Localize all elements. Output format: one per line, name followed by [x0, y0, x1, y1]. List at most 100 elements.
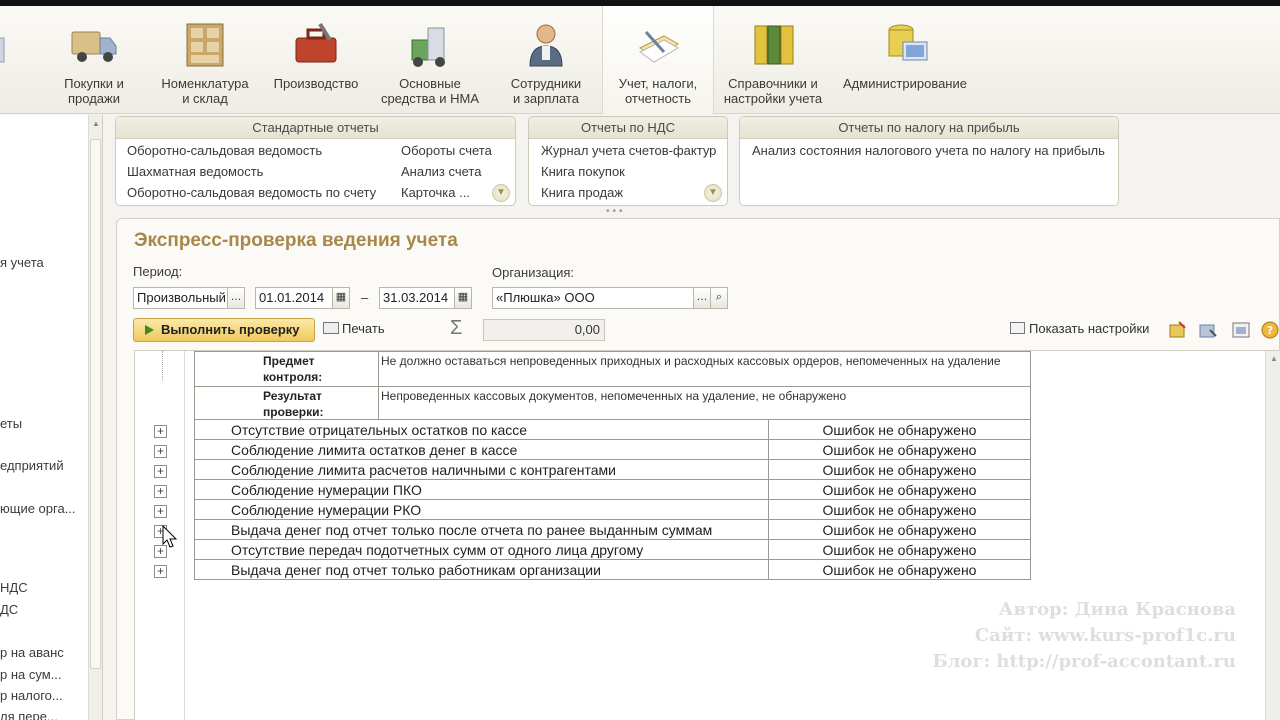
left-panel-item[interactable]: ля пере... [0, 709, 58, 720]
toolbar-item-partial[interactable] [0, 6, 14, 114]
printer-icon [323, 322, 339, 334]
help-icon[interactable]: ? [1260, 320, 1280, 340]
svg-text:?: ? [1267, 324, 1273, 337]
watermark-line: Блог: http://prof-accontant.ru [932, 651, 1236, 672]
report-link[interactable]: Шахматная ведомость [127, 164, 263, 179]
report-link[interactable]: Оборотно-сальдовая ведомость по счету [127, 185, 376, 200]
check-status: Ошибок не обнаружено [768, 519, 1031, 540]
report-link[interactable]: Анализ состояния налогового учета по нал… [752, 143, 1105, 158]
check-status: Ошибок не обнаружено [768, 499, 1031, 520]
employee-icon [529, 24, 563, 67]
date-from-field[interactable]: 01.01.2014 [255, 287, 333, 309]
toolbar-item-production[interactable]: Производство [268, 6, 364, 114]
accounting-papers-icon [639, 30, 679, 63]
left-panel-item[interactable]: р на сум... [0, 667, 62, 682]
run-check-button[interactable]: Выполнить проверку [133, 318, 315, 342]
check-name: Выдача денег под отчет только после отче… [194, 519, 769, 540]
table-row[interactable]: Соблюдение нумерации ПКО Ошибок не обнару… [194, 479, 1031, 500]
left-panel-item[interactable]: я учета [0, 255, 44, 270]
report-link[interactable]: Книга покупок [541, 164, 625, 179]
expand-plus-icon[interactable]: + [154, 465, 167, 478]
report-link[interactable]: Книга продаж [541, 185, 623, 200]
splitter-handle[interactable]: ••• [606, 206, 626, 217]
calendar-to-icon[interactable]: ▦ [454, 287, 472, 309]
left-panel-item[interactable]: ющие орга... [0, 501, 76, 516]
scroll-up-arrow-icon[interactable]: ▲ [92, 119, 100, 128]
table-row[interactable]: Соблюдение лимита расчетов наличными с к… [194, 459, 1031, 480]
group-title: Стандартные отчеты [116, 117, 515, 139]
search-icon[interactable]: ⌕ [710, 287, 728, 309]
play-icon [145, 325, 154, 335]
expand-plus-icon[interactable]: + [154, 445, 167, 458]
detail-key: Результат проверки: [194, 386, 379, 422]
organization-select-button[interactable]: … [693, 287, 711, 309]
report-link[interactable]: Оборотно-сальдовая ведомость [127, 143, 322, 158]
toolbar-label: Учет, налоги, отчетность [618, 76, 698, 106]
watermark-line: Сайт: www.kurs-prof1c.ru [974, 625, 1236, 646]
report-link[interactable]: Обороты счета [401, 143, 492, 158]
report-link[interactable]: Журнал учета счетов-фактур [541, 143, 716, 158]
print-button[interactable]: Печать [323, 321, 385, 336]
toolbar-label: Номенклатура и склад [161, 76, 249, 106]
left-panel-item[interactable]: р налого... [0, 688, 63, 703]
left-panel-scrollbar[interactable]: ▲ [88, 115, 102, 720]
toolbar-item-references-settings[interactable]: Справочники и настройки учета [720, 6, 826, 114]
more-reports-chevron-icon[interactable]: ▼ [704, 184, 722, 202]
more-reports-chevron-icon[interactable]: ▼ [492, 184, 510, 202]
profit-tax-reports-group: Отчеты по налогу на прибыль Анализ состо… [739, 116, 1119, 206]
toolbar-item-purchases-sales[interactable]: Покупки и продажи [50, 6, 138, 114]
show-settings-button[interactable]: Показать настройки [1010, 321, 1149, 336]
binders-icon [754, 25, 794, 65]
expand-plus-icon[interactable]: + [154, 565, 167, 578]
show-settings-label: Показать настройки [1029, 321, 1150, 336]
toolbar-item-fixed-assets[interactable]: Основные средства и НМА [376, 6, 484, 114]
expand-plus-icon[interactable]: + [154, 485, 167, 498]
left-panel-item[interactable]: р на аванс [0, 645, 64, 660]
toolbox-icon [295, 22, 337, 63]
check-status: Ошибок не обнаружено [768, 479, 1031, 500]
table-row[interactable]: Отсутствие отрицательных остатков по кас… [194, 419, 1031, 440]
group-title: Отчеты по налогу на прибыль [740, 117, 1118, 139]
period-type-field[interactable]: Произвольный [133, 287, 228, 309]
left-panel-item[interactable]: ДС [0, 602, 18, 617]
organization-label: Организация: [492, 265, 575, 280]
scrollbar-thumb[interactable] [90, 139, 101, 669]
table-row[interactable]: Выдача денег под отчет только работникам… [194, 559, 1031, 580]
organization-field[interactable]: «Плюшка» ООО [492, 287, 694, 309]
left-panel-item[interactable]: НДС [0, 580, 28, 595]
expand-plus-icon[interactable]: + [154, 425, 167, 438]
report-link[interactable]: Анализ счета [401, 164, 481, 179]
results-scrollbar[interactable]: ▲ [1265, 351, 1280, 720]
detail-value: Не должно оставаться непроведенных прихо… [378, 351, 1031, 387]
toolbar-item-nomenclature-warehouse[interactable]: Номенклатура и склад [158, 6, 252, 114]
toolbar-item-accounting-taxes[interactable]: Учет, налоги, отчетность [602, 6, 714, 114]
check-name: Соблюдение лимита расчетов наличными с к… [194, 459, 769, 480]
date-range-dash: – [361, 290, 369, 305]
load-settings-icon[interactable] [1198, 320, 1218, 340]
checks-table: Отсутствие отрицательных остатков по кас… [194, 419, 1031, 580]
mouse-cursor-icon [162, 525, 178, 548]
settings-list-icon [1010, 322, 1025, 334]
table-row[interactable]: Соблюдение нумерации РКО Ошибок не обнару… [194, 499, 1031, 520]
expand-plus-icon[interactable]: + [154, 505, 167, 518]
window-settings-icon[interactable] [1231, 320, 1251, 340]
fixed-assets-icon [411, 27, 445, 67]
left-panel-item[interactable]: едприятий [0, 458, 64, 473]
report-link[interactable]: Карточка ... [401, 185, 470, 200]
table-row[interactable]: Отсутствие передач подотчетных сумм от о… [194, 539, 1031, 560]
watermark-line: Автор: Дина Краснова [998, 599, 1236, 620]
save-settings-icon[interactable] [1168, 320, 1188, 340]
toolbar-item-administration[interactable]: Администрирование [836, 6, 974, 114]
toolbar-label: Администрирование [843, 76, 967, 91]
toolbar-item-employees-salary[interactable]: Сотрудники и зарплата [500, 6, 592, 114]
sum-field: 0,00 [483, 319, 605, 341]
scroll-up-arrow-icon[interactable]: ▲ [1270, 354, 1278, 363]
left-panel-item[interactable]: еты [0, 416, 22, 431]
calendar-from-icon[interactable]: ▦ [332, 287, 350, 309]
date-to-field[interactable]: 31.03.2014 [379, 287, 455, 309]
table-row[interactable]: Выдача денег под отчет только после отче… [194, 519, 1031, 540]
table-row[interactable]: Соблюдение лимита остатков денег в кассе… [194, 439, 1031, 460]
check-status: Ошибок не обнаружено [768, 539, 1031, 560]
period-select-button[interactable]: … [227, 287, 245, 309]
toolbar-label: Покупки и продажи [64, 76, 124, 106]
